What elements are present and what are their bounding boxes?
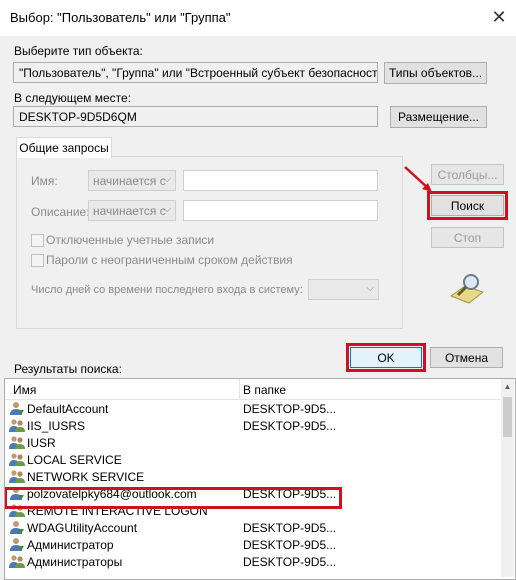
row-folder: DESKTOP-9D5... <box>243 555 337 569</box>
row-folder: DESKTOP-9D5... <box>243 521 337 535</box>
search-button[interactable]: Поиск <box>427 191 508 220</box>
days-since-logon-label: Число дней со времени последнего входа в… <box>31 284 303 296</box>
row-name: DefaultAccount <box>27 402 109 416</box>
columns-button[interactable]: Столбцы... <box>431 164 504 185</box>
row-folder: DESKTOP-9D5... <box>243 419 337 433</box>
row-name: Администраторы <box>27 555 123 569</box>
description-input[interactable] <box>183 200 378 221</box>
name-mode-value: начинается с <box>93 174 166 188</box>
object-type-label: Выберите тип объекта: <box>14 44 143 58</box>
search-magnifier-icon <box>449 274 485 304</box>
name-input[interactable] <box>183 170 378 191</box>
row-name: Администратор <box>27 538 114 552</box>
column-header-name[interactable]: Имя <box>13 383 36 397</box>
search-results-list[interactable]: Имя В папке DefaultAccount DESKTOP-9D5...… <box>4 378 516 580</box>
object-types-button[interactable]: Типы объектов... <box>384 62 487 84</box>
location-field: DESKTOP-9D5D6QM <box>13 106 378 127</box>
table-row[interactable]: Администраторы DESKTOP-9D5... <box>5 553 501 570</box>
chevron-down-icon: ⌵ <box>366 283 374 294</box>
object-type-field: "Пользователь", "Группа" или "Встроенный… <box>13 62 378 83</box>
user-icon <box>9 537 25 552</box>
window-title: Выбор: "Пользователь" или "Группа" <box>10 10 231 25</box>
row-folder: DESKTOP-9D5... <box>243 538 337 552</box>
row-folder: DESKTOP-9D5... <box>243 402 337 416</box>
table-row[interactable]: Администратор DESKTOP-9D5... <box>5 536 501 553</box>
row-name: IIS_IUSRS <box>27 419 86 433</box>
table-row[interactable]: IUSR <box>5 434 501 451</box>
column-divider <box>239 379 240 399</box>
table-row[interactable]: IIS_IUSRS DESKTOP-9D5... <box>5 417 501 434</box>
disabled-accounts-checkbox[interactable] <box>31 234 44 247</box>
user-icon <box>9 520 25 535</box>
row-name: REMOTE INTERACTIVE LOGON <box>27 504 208 518</box>
chevron-down-icon: ⌵ <box>163 204 171 215</box>
group-icon <box>9 418 25 433</box>
user-icon <box>9 401 25 416</box>
group-icon <box>9 469 25 484</box>
chevron-down-icon: ⌵ <box>163 174 171 185</box>
location-label: В следующем месте: <box>14 91 132 105</box>
table-row[interactable]: DefaultAccount DESKTOP-9D5... <box>5 400 501 417</box>
row-name: WDAGUtilityAccount <box>27 521 138 535</box>
description-mode-value: начинается с <box>93 204 166 218</box>
results-header: Имя В папке <box>5 379 501 400</box>
non-expiring-passwords-checkbox[interactable] <box>31 254 44 267</box>
table-row[interactable]: LOCAL SERVICE <box>5 451 501 468</box>
row-name: LOCAL SERVICE <box>27 453 122 467</box>
title-bar: Выбор: "Пользователь" или "Группа" ✕ <box>0 0 516 36</box>
table-row[interactable]: WDAGUtilityAccount DESKTOP-9D5... <box>5 519 501 536</box>
highlight-box <box>5 487 342 509</box>
group-icon <box>9 554 25 569</box>
row-name: NETWORK SERVICE <box>27 470 145 484</box>
cancel-button[interactable]: Отмена <box>430 347 503 368</box>
days-since-logon-select[interactable]: ⌵ <box>308 279 379 300</box>
arrow-annotation <box>404 166 432 192</box>
tab-common-queries[interactable]: Общие запросы <box>16 137 112 158</box>
close-icon[interactable]: ✕ <box>484 2 514 32</box>
name-mode-select[interactable]: начинается с ⌵ <box>88 170 176 191</box>
scroll-up-icon[interactable]: ▲ <box>501 379 514 393</box>
group-icon <box>9 435 25 450</box>
description-mode-select[interactable]: начинается с ⌵ <box>88 200 176 221</box>
search-results-label: Результаты поиска: <box>14 362 122 376</box>
scroll-thumb[interactable] <box>503 397 512 437</box>
description-label: Описание: <box>31 205 90 219</box>
column-header-folder[interactable]: В папке <box>243 383 286 397</box>
name-label: Имя: <box>31 174 58 188</box>
locations-button[interactable]: Размещение... <box>390 106 487 128</box>
row-name: IUSR <box>27 436 56 450</box>
group-icon <box>9 452 25 467</box>
ok-button[interactable]: OK <box>346 343 426 372</box>
stop-button[interactable]: Стоп <box>431 227 504 248</box>
table-row[interactable]: NETWORK SERVICE <box>5 468 501 485</box>
disabled-accounts-label: Отключенные учетные записи <box>46 233 215 247</box>
vertical-scrollbar[interactable]: ▲ <box>501 379 514 577</box>
non-expiring-passwords-label: Пароли с неограниченным сроком действия <box>46 253 293 267</box>
